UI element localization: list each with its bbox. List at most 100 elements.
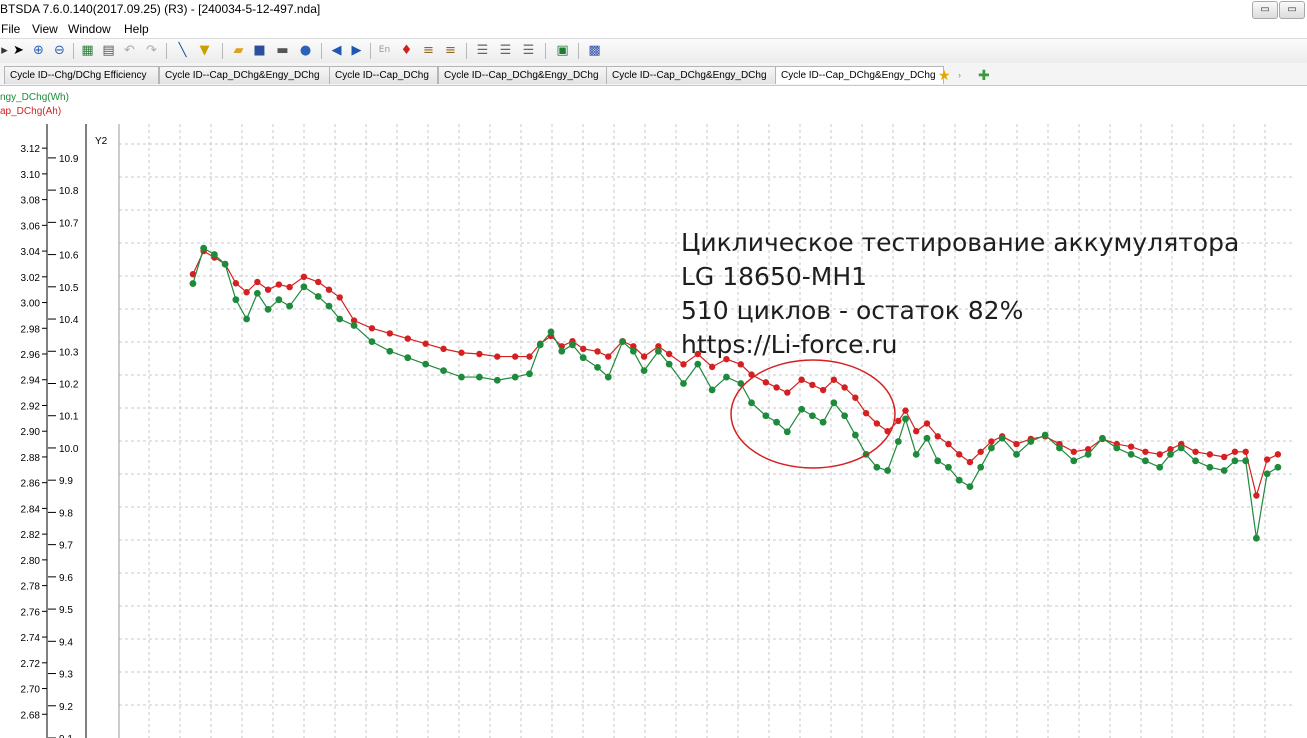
y2-tick-label: 10.0 bbox=[59, 444, 79, 455]
energy-series-point bbox=[773, 418, 780, 426]
capacity-series-point bbox=[458, 349, 465, 356]
y1-tick-label: 2.88 bbox=[21, 453, 41, 464]
energy-series-point bbox=[536, 341, 544, 349]
capacity-series-point bbox=[315, 278, 322, 286]
y1-tick-label: 3.08 bbox=[21, 196, 41, 207]
y2-tick-label: 10.5 bbox=[59, 283, 79, 294]
energy-series-point bbox=[977, 463, 985, 471]
capacity-series-point bbox=[665, 350, 673, 358]
y2-axis-label: Y2 bbox=[95, 136, 108, 147]
energy-series-point bbox=[1177, 444, 1185, 452]
y1-tick-label: 2.92 bbox=[21, 401, 41, 412]
capacity-series-point bbox=[594, 348, 601, 355]
y1-tick-label: 2.80 bbox=[21, 556, 41, 567]
y1-tick-label: 2.82 bbox=[21, 530, 41, 541]
chart[interactable]: 3.12 3.10 3.08 3.06 3.04 3.02 3.00 2.98 2.96 2.94… bbox=[0, 0, 1307, 738]
y2-tick-label: 10.2 bbox=[59, 379, 79, 390]
y1-tick-label: 2.68 bbox=[21, 710, 41, 721]
y2-tick-label: 9.5 bbox=[59, 605, 73, 616]
capacity-series-point bbox=[325, 286, 333, 293]
energy-series-point bbox=[955, 476, 963, 484]
energy-series-point bbox=[1192, 457, 1199, 465]
energy-series-point bbox=[1274, 463, 1282, 471]
y1-tick-label: 2.84 bbox=[21, 504, 41, 515]
capacity-series-point bbox=[254, 278, 261, 286]
capacity-series-point bbox=[526, 353, 533, 360]
capacity-series-point bbox=[1127, 443, 1135, 450]
energy-series-point bbox=[884, 467, 891, 474]
energy-series-point bbox=[300, 283, 308, 291]
capacity-series-point bbox=[798, 376, 805, 383]
energy-series-point bbox=[404, 354, 412, 362]
capacity-series-point bbox=[809, 381, 816, 389]
capacity-series-point bbox=[966, 458, 974, 466]
capacity-series-point bbox=[841, 384, 848, 391]
y2-tick-label: 9.4 bbox=[59, 637, 73, 648]
energy-series-point bbox=[808, 412, 816, 420]
y1-tick-label: 3.00 bbox=[21, 299, 41, 310]
capacity-series-point bbox=[1274, 451, 1282, 458]
capacity-series-point bbox=[1070, 448, 1077, 455]
y1-tick-label: 3.12 bbox=[21, 144, 41, 155]
energy-series-point bbox=[493, 376, 501, 384]
y2-tick-label: 9.2 bbox=[59, 702, 73, 713]
capacity-series-point bbox=[580, 345, 587, 353]
capacity-series-point bbox=[737, 361, 744, 368]
y2-tick-label: 10.1 bbox=[59, 412, 79, 423]
energy-series-point bbox=[314, 293, 322, 300]
energy-series-point bbox=[762, 412, 770, 420]
y1-tick-label: 2.74 bbox=[21, 633, 41, 644]
y1-tick-label: 2.94 bbox=[21, 376, 41, 387]
y2-tick-label: 9.6 bbox=[59, 573, 73, 584]
capacity-series-point bbox=[1231, 448, 1239, 455]
energy-series-point bbox=[841, 412, 849, 420]
energy-series-point bbox=[988, 444, 995, 452]
capacity-series-point bbox=[511, 353, 519, 360]
energy-series-point bbox=[1113, 444, 1121, 452]
energy-series-point bbox=[1253, 534, 1260, 542]
energy-series-point bbox=[1099, 434, 1106, 442]
energy-series-point bbox=[1231, 457, 1239, 465]
capacity-series-point bbox=[945, 440, 952, 448]
capacity-series-point bbox=[232, 280, 240, 287]
energy-series-point bbox=[336, 315, 344, 323]
capacity-series-point bbox=[404, 335, 411, 342]
capacity-series-point bbox=[862, 409, 870, 417]
y2-tick-label: 10.7 bbox=[59, 218, 79, 229]
y1-tick-label: 2.76 bbox=[21, 607, 41, 618]
energy-series-point bbox=[708, 386, 716, 394]
energy-series-point bbox=[558, 347, 566, 355]
capacity-series-point bbox=[386, 330, 394, 337]
capacity-series-point bbox=[895, 417, 902, 425]
y2-tick-label: 10.4 bbox=[59, 315, 79, 326]
energy-series-point bbox=[998, 434, 1006, 442]
capacity-series-point bbox=[368, 325, 376, 332]
capacity-series-point bbox=[1220, 453, 1228, 461]
capacity-series-point bbox=[830, 376, 838, 383]
energy-series-point bbox=[1263, 470, 1271, 478]
energy-series-point bbox=[594, 363, 601, 371]
capacity-series-point bbox=[1013, 440, 1020, 448]
capacity-series-point bbox=[852, 394, 859, 401]
energy-series-point bbox=[894, 438, 902, 445]
energy-series-point bbox=[253, 289, 261, 297]
capacity-series-point bbox=[1142, 448, 1149, 455]
capacity-series-point bbox=[784, 389, 791, 396]
energy-series-point bbox=[1127, 450, 1135, 458]
energy-series-point bbox=[798, 405, 806, 413]
capacity-series-point bbox=[913, 428, 920, 435]
energy-series-point bbox=[1084, 450, 1092, 458]
energy-series-point bbox=[1056, 444, 1063, 452]
capacity-series-point bbox=[1253, 492, 1260, 499]
annotation-line-1: Циклическое тестирование аккумулятора bbox=[681, 228, 1240, 257]
y1-tick-label: 3.02 bbox=[21, 273, 41, 284]
energy-series-point bbox=[680, 380, 687, 387]
y1-tick-label: 2.90 bbox=[21, 427, 41, 438]
annotation-text: Циклическое тестирование аккумулятора LG… bbox=[681, 226, 1239, 362]
capacity-series-point bbox=[640, 353, 648, 360]
y1-tick-label: 2.98 bbox=[21, 324, 41, 335]
energy-series-point bbox=[526, 370, 533, 378]
capacity-series-point bbox=[873, 420, 881, 427]
energy-series-point bbox=[200, 244, 208, 252]
y2-tick-label: 9.7 bbox=[59, 541, 73, 552]
